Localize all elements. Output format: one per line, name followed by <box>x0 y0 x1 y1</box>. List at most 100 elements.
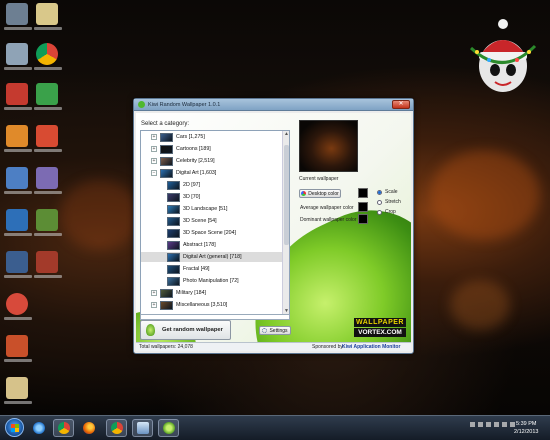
desktop-icon[interactable] <box>34 3 62 31</box>
start-button[interactable] <box>5 418 24 437</box>
tree-row[interactable]: + Cars [1,275] <box>141 132 283 142</box>
tray-icon[interactable] <box>470 422 475 427</box>
desktop-icon[interactable] <box>4 293 32 321</box>
tree-row-label: Fractal [49] <box>183 266 210 272</box>
expand-icon[interactable]: + <box>151 290 157 296</box>
tree-row[interactable]: 3D Landscape [51] <box>141 204 283 214</box>
expand-icon[interactable]: + <box>151 302 157 308</box>
category-tree[interactable]: + Cars [1,275] + Cartoons [189] + Celebrity [… <box>140 130 290 316</box>
category-thumbnail-icon <box>160 168 173 178</box>
desktop-icon[interactable] <box>34 125 62 153</box>
radio-dot[interactable] <box>377 189 382 195</box>
collapse-icon[interactable]: − <box>151 170 157 176</box>
tree-row[interactable]: 3D [70] <box>141 192 283 202</box>
category-thumbnail-icon <box>167 264 180 274</box>
desktop-icon[interactable] <box>34 251 62 279</box>
get-random-wallpaper-button[interactable]: Get random wallpaper <box>140 320 231 340</box>
tree-scrollbar[interactable]: ▲ ▼ <box>282 131 289 315</box>
tree-row-label: Cartoons [189] <box>176 146 211 152</box>
clock-time: 5:39 PM <box>515 421 537 427</box>
desktop-icon[interactable] <box>4 83 32 111</box>
tree-row[interactable]: Fractal [49] <box>141 264 283 274</box>
desktop-icon[interactable] <box>4 251 32 279</box>
tree-row[interactable]: + Miscellaneous [3,510] <box>141 300 283 310</box>
chrome-icon[interactable] <box>34 43 62 71</box>
category-thumbnail-icon <box>167 240 180 250</box>
taskbar-clock[interactable]: 5:39 PM 2/12/2013 <box>514 420 538 436</box>
tree-row[interactable]: Photo Manipulation [72] <box>141 276 283 286</box>
window-title: Kiwi Random Wallpaper 1.0.1 <box>148 101 221 108</box>
expand-icon[interactable]: + <box>151 146 157 152</box>
tree-row-label: Abstract [178] <box>183 242 216 248</box>
tray-icon[interactable] <box>502 422 507 427</box>
desktop-color-button[interactable]: Desktop color <box>299 189 341 198</box>
expand-icon[interactable]: + <box>151 158 157 164</box>
tree-row[interactable]: + Military [184] <box>141 288 283 298</box>
taskbar-kiwi[interactable] <box>158 419 179 437</box>
tray-icon[interactable] <box>486 422 491 427</box>
settings-button[interactable]: Settings <box>259 326 291 335</box>
desktop-icon[interactable] <box>4 377 32 405</box>
tree-row-label: Digital Art (general) [718] <box>183 254 242 260</box>
desktop-icon[interactable] <box>4 209 32 237</box>
kiwi-random-wallpaper-window: Kiwi Random Wallpaper 1.0.1 ✕ Select a c… <box>133 98 414 354</box>
scrollbar-thumb[interactable] <box>284 145 289 245</box>
tree-row[interactable]: − Digital Art [1,603] <box>141 168 283 178</box>
desktop-icon[interactable] <box>4 125 32 153</box>
sponsor-link[interactable]: Kiwi Application Monitor <box>342 344 400 350</box>
taskbar-firefox[interactable] <box>78 419 99 437</box>
category-thumbnail-icon <box>160 144 173 154</box>
settings-label: Settings <box>269 327 288 334</box>
taskbar-app[interactable] <box>132 419 153 437</box>
fire-glow <box>430 150 540 240</box>
fire-glow <box>60 180 140 250</box>
taskbar-chrome-2[interactable] <box>106 419 127 437</box>
desktop-icon[interactable] <box>4 335 32 363</box>
system-tray[interactable] <box>470 422 515 427</box>
tree-row[interactable]: 3D Scene [54] <box>141 216 283 226</box>
tree-row[interactable]: + Celebrity [2,519] <box>141 156 283 166</box>
expand-icon[interactable]: + <box>151 134 157 140</box>
tree-row[interactable]: Digital Art (general) [718] <box>141 252 283 262</box>
radio-crop[interactable]: Crop <box>377 209 396 215</box>
taskbar-chrome[interactable] <box>53 419 74 437</box>
radio-scale[interactable]: Scale <box>377 189 398 195</box>
tree-row-label: Photo Manipulation [72] <box>183 278 239 284</box>
desktop-icon[interactable] <box>4 167 32 195</box>
category-thumbnail-icon <box>167 180 180 190</box>
scroll-up-arrow-icon[interactable]: ▲ <box>283 131 289 138</box>
tree-row-label: 2D [97] <box>183 182 201 188</box>
desktop-icon[interactable] <box>34 83 62 111</box>
desktop-color-label: Desktop color <box>308 190 339 197</box>
category-thumbnail-icon <box>160 300 173 310</box>
tree-row[interactable]: 3D Space Scene [204] <box>141 228 283 238</box>
gear-icon <box>262 328 268 333</box>
desktop-icon[interactable] <box>34 209 62 237</box>
current-wallpaper-preview <box>299 120 358 172</box>
tree-row-label: 3D Landscape [51] <box>183 206 228 212</box>
category-thumbnail-icon <box>167 252 180 262</box>
category-thumbnail-icon <box>160 288 173 298</box>
fire-glow <box>450 280 510 330</box>
tree-row[interactable]: + Cartoons [189] <box>141 144 283 154</box>
dominant-color-swatch <box>358 214 368 224</box>
chrome-icon <box>110 422 123 434</box>
taskbar-ie[interactable] <box>28 419 49 437</box>
desktop-icon[interactable] <box>4 3 32 31</box>
kiwi-app-icon <box>162 422 175 434</box>
wallpaper-vortex-logo[interactable]: WALLPAPER VORTEX.COM <box>354 318 406 340</box>
tray-icon[interactable] <box>494 422 499 427</box>
close-button[interactable]: ✕ <box>392 100 410 109</box>
get-random-label: Get random wallpaper <box>162 327 223 333</box>
tray-icon[interactable] <box>478 422 483 427</box>
desktop-icon[interactable] <box>34 167 62 195</box>
category-label: Select a category: <box>141 121 190 127</box>
radio-dot[interactable] <box>377 209 382 215</box>
radio-dot[interactable] <box>377 199 382 205</box>
tree-row-label: 3D Space Scene [204] <box>183 230 237 236</box>
window-titlebar[interactable]: Kiwi Random Wallpaper 1.0.1 ✕ <box>134 99 413 111</box>
tree-row[interactable]: Abstract [178] <box>141 240 283 250</box>
desktop-icon[interactable] <box>4 43 32 71</box>
radio-stretch[interactable]: Stretch <box>377 199 401 205</box>
tree-row[interactable]: 2D [97] <box>141 180 283 190</box>
